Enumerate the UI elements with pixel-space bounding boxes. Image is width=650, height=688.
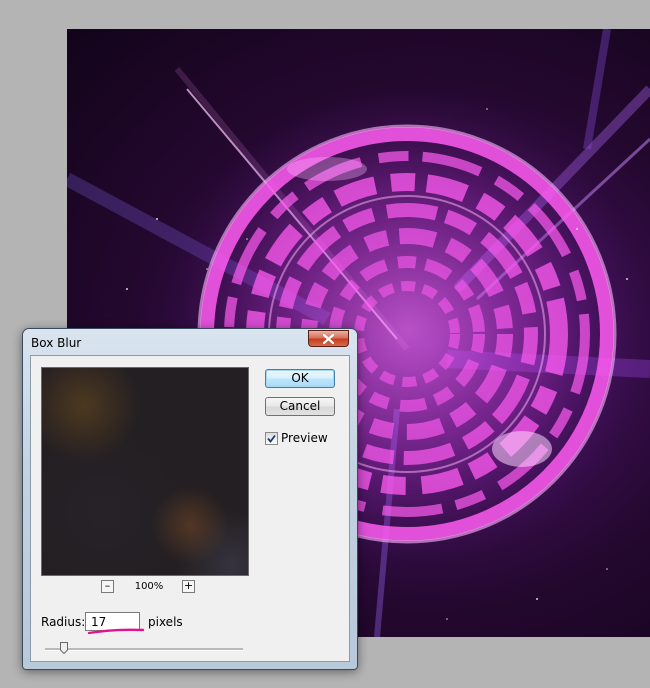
dialog-title: Box Blur [31,336,82,350]
zoom-level-label: 100% [134,581,164,592]
preview-checkbox-row[interactable]: Preview [265,430,328,446]
dialog-titlebar[interactable]: Box Blur [23,329,357,355]
zoom-controls: – 100% + [41,580,249,596]
close-button[interactable] [308,330,349,347]
radius-row: Radius: pixels [41,612,341,635]
slider-thumb[interactable] [60,642,68,654]
highlight-underline-mark [87,628,145,635]
preview-label: Preview [281,431,328,445]
ok-button[interactable]: OK [265,369,335,388]
radius-units-label: pixels [148,615,183,629]
box-blur-dialog: Box Blur – 100% + OK Cancel Preview Radi… [22,328,358,670]
cancel-button[interactable]: Cancel [265,397,335,416]
close-icon [323,333,334,344]
radius-slider[interactable] [45,642,243,656]
zoom-in-button[interactable]: + [182,580,195,593]
dialog-body: – 100% + OK Cancel Preview Radius: pixel… [30,355,350,662]
blur-preview-image[interactable] [41,367,249,576]
slider-track[interactable] [45,648,243,651]
zoom-out-button[interactable]: – [101,580,114,593]
preview-checkbox[interactable] [265,431,278,445]
checkmark-icon [267,434,276,443]
radius-label: Radius: [41,615,86,629]
